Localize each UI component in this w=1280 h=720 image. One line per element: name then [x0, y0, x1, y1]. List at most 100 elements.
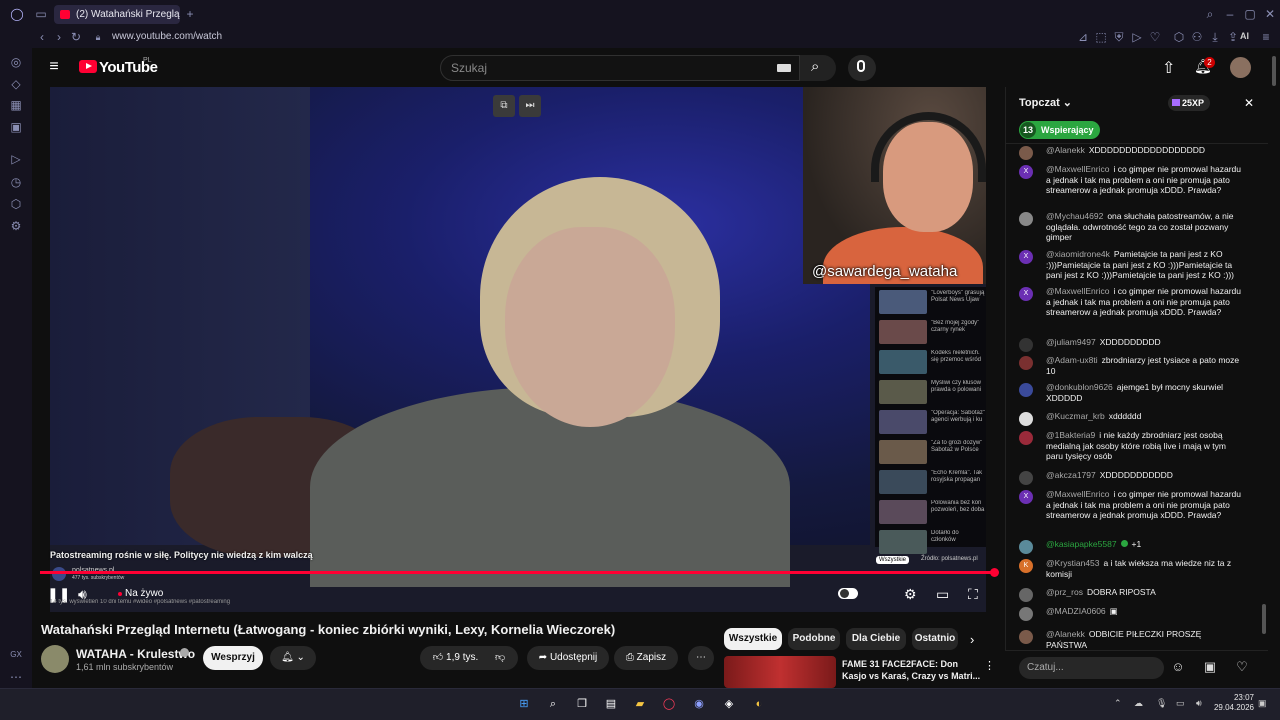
opera-logo-icon[interactable]: ◯ — [10, 7, 24, 21]
chat-author[interactable]: @Alanekk — [1046, 145, 1085, 155]
chat-author[interactable]: @MaxwellEnrico — [1046, 489, 1109, 499]
forward-icon[interactable]: › — [52, 30, 66, 44]
chat-author[interactable]: @Alanekk — [1046, 629, 1085, 639]
search-taskbar-icon[interactable]: ⌕ — [544, 695, 562, 713]
hamburger-menu-icon[interactable]: ≡ — [47, 59, 61, 75]
chat-avatar[interactable]: X — [1019, 165, 1033, 179]
discord-icon[interactable]: ◉ — [690, 695, 708, 713]
heart-reaction-icon[interactable]: ♡ — [1234, 659, 1250, 675]
page-scrollbar[interactable] — [1272, 56, 1276, 86]
chat-author[interactable]: @donkublon9626 — [1046, 382, 1113, 392]
chat-avatar[interactable] — [1019, 630, 1033, 644]
super-chat-icon[interactable]: ▣ — [1202, 659, 1218, 675]
new-tab-icon[interactable]: + — [183, 7, 197, 21]
chat-input[interactable]: Czatuj... — [1019, 657, 1164, 679]
chat-avatar[interactable]: X — [1019, 250, 1033, 264]
chip-all[interactable]: Wszystkie — [724, 628, 782, 650]
chat-avatar[interactable] — [1019, 412, 1033, 426]
chat-author[interactable]: @MaxwellEnrico — [1046, 164, 1109, 174]
url-field[interactable]: www.youtube.com/watch — [112, 31, 222, 42]
chat-author[interactable]: @1Bakteria9 — [1046, 430, 1095, 440]
store-icon[interactable]: ▤ — [602, 695, 620, 713]
notification-bell-button[interactable]: 🔔︎ ⌄ — [270, 646, 316, 670]
chat-avatar[interactable] — [1019, 471, 1033, 485]
task-view-icon[interactable]: ❐ — [573, 695, 591, 713]
notification-center-icon[interactable]: ▣ — [1258, 698, 1267, 709]
chat-avatar[interactable] — [1019, 607, 1033, 621]
ai-button[interactable]: AI — [1240, 31, 1249, 41]
progress-scrubber[interactable] — [990, 568, 999, 577]
tab-islands-icon[interactable]: ▭ — [34, 7, 48, 21]
close-window-icon[interactable]: ✕ — [1263, 7, 1277, 21]
keyboard-icon[interactable] — [777, 64, 791, 72]
related-video-title[interactable]: FAME 31 FACE2FACE: Don Kasjo vs Karaś, C… — [842, 658, 982, 682]
app-icon[interactable]: ◈ — [720, 695, 738, 713]
tray-display-icon[interactable]: ▭ — [1176, 698, 1185, 709]
search-input[interactable]: Szukaj — [440, 55, 800, 81]
settings-gear-icon[interactable]: ⚙ — [904, 584, 917, 604]
chat-mode-dropdown[interactable]: Topczat ⌄ — [1019, 96, 1072, 109]
support-button[interactable]: Wesprzyj — [203, 646, 263, 670]
share-button[interactable]: ➦ Udostępnij — [527, 646, 609, 670]
channel-name[interactable]: WATAHA - Krulestwo — [76, 647, 195, 661]
menu-icon[interactable]: ≡ — [1259, 30, 1273, 44]
chat-avatar[interactable]: X — [1019, 287, 1033, 301]
heart-icon[interactable]: ♡ — [1148, 30, 1162, 44]
chat-author[interactable]: @prz_ros — [1046, 587, 1083, 597]
tray-network-icon[interactable]: ☁ — [1134, 698, 1143, 709]
player-icon[interactable]: ▷ — [1130, 30, 1144, 44]
tray-mic-icon[interactable]: 🎙︎ — [1156, 698, 1167, 709]
chat-avatar[interactable] — [1019, 588, 1033, 602]
chat-avatar[interactable] — [1019, 356, 1033, 370]
upload-icon[interactable]: ⇧ — [1162, 58, 1175, 78]
pip-popout-icon[interactable]: ⧉ — [493, 95, 515, 117]
emoji-icon[interactable]: ☺ — [1170, 659, 1186, 674]
chat-avatar[interactable] — [1019, 540, 1033, 554]
profile-icon[interactable]: ⚇ — [1190, 30, 1204, 44]
sidebar-messenger-icon[interactable]: ▦ — [9, 98, 23, 112]
snapshot-icon[interactable]: ⬚ — [1094, 30, 1108, 44]
close-chat-icon[interactable]: ✕ — [1244, 96, 1254, 110]
related-more-icon[interactable]: ⋮ — [984, 659, 995, 672]
chat-author[interactable]: @MADZIA0606 — [1046, 606, 1106, 616]
sidebar-history-icon[interactable]: ◷ — [9, 175, 23, 189]
chips-next-icon[interactable]: › — [970, 632, 974, 647]
voice-search-button[interactable] — [848, 55, 876, 81]
clock[interactable]: 23:07 29.04.2026 — [1214, 693, 1254, 713]
tray-chevron-icon[interactable]: ⌃ — [1114, 698, 1122, 709]
chip-for-you[interactable]: Dla Ciebie — [846, 628, 906, 650]
sidebar-more-icon[interactable]: ⋯ — [9, 670, 23, 684]
chat-avatar[interactable] — [1019, 146, 1033, 160]
active-tab[interactable]: (2) Watahański Przeglą — [54, 5, 180, 24]
app-icon-2[interactable]: ◐ — [750, 695, 768, 713]
chat-author[interactable]: @Adam-ux8ti — [1046, 355, 1098, 365]
download-icon[interactable]: ⤓ — [1208, 30, 1222, 44]
account-avatar[interactable] — [1230, 57, 1251, 78]
chat-avatar[interactable] — [1019, 212, 1033, 226]
channel-avatar[interactable] — [41, 645, 69, 673]
chat-author[interactable]: @Kuczmar_krb — [1046, 411, 1105, 421]
start-menu-icon[interactable]: ⊞ — [515, 695, 533, 713]
search-tabs-icon[interactable]: ⌕ — [1203, 7, 1217, 21]
progress-bar[interactable] — [40, 571, 995, 574]
pin-icon[interactable]: ⊿ — [1076, 30, 1090, 44]
chat-avatar[interactable] — [1019, 338, 1033, 352]
chat-avatar[interactable] — [1019, 383, 1033, 397]
back-icon[interactable]: ‹ — [35, 30, 49, 44]
opera-gx-taskbar-icon[interactable]: ◯ — [660, 695, 678, 713]
fullscreen-icon[interactable]: ⛶ — [968, 584, 978, 604]
share-icon[interactable]: ⇪ — [1226, 30, 1240, 44]
chat-author[interactable]: @Krystian453 — [1046, 558, 1100, 568]
chat-avatar[interactable]: X — [1019, 490, 1033, 504]
chat-author[interactable]: @juliam9497 — [1046, 337, 1096, 347]
maximize-icon[interactable]: ▢ — [1243, 7, 1257, 21]
pip-next-icon[interactable]: ⏭ — [519, 95, 541, 117]
theater-mode-icon[interactable]: ▭ — [936, 584, 949, 604]
chat-author[interactable]: @Mychau4692 — [1046, 211, 1103, 221]
chat-scrollbar[interactable] — [1262, 604, 1266, 634]
tray-volume-icon[interactable]: 🔊︎ — [1196, 698, 1202, 709]
sidebar-twitch-icon[interactable]: ▣ — [9, 120, 23, 134]
chat-author[interactable]: @kasiapapke5587 — [1046, 539, 1117, 549]
file-explorer-icon[interactable]: ▰ — [631, 695, 649, 713]
more-actions-button[interactable]: ⋯ — [688, 646, 714, 670]
